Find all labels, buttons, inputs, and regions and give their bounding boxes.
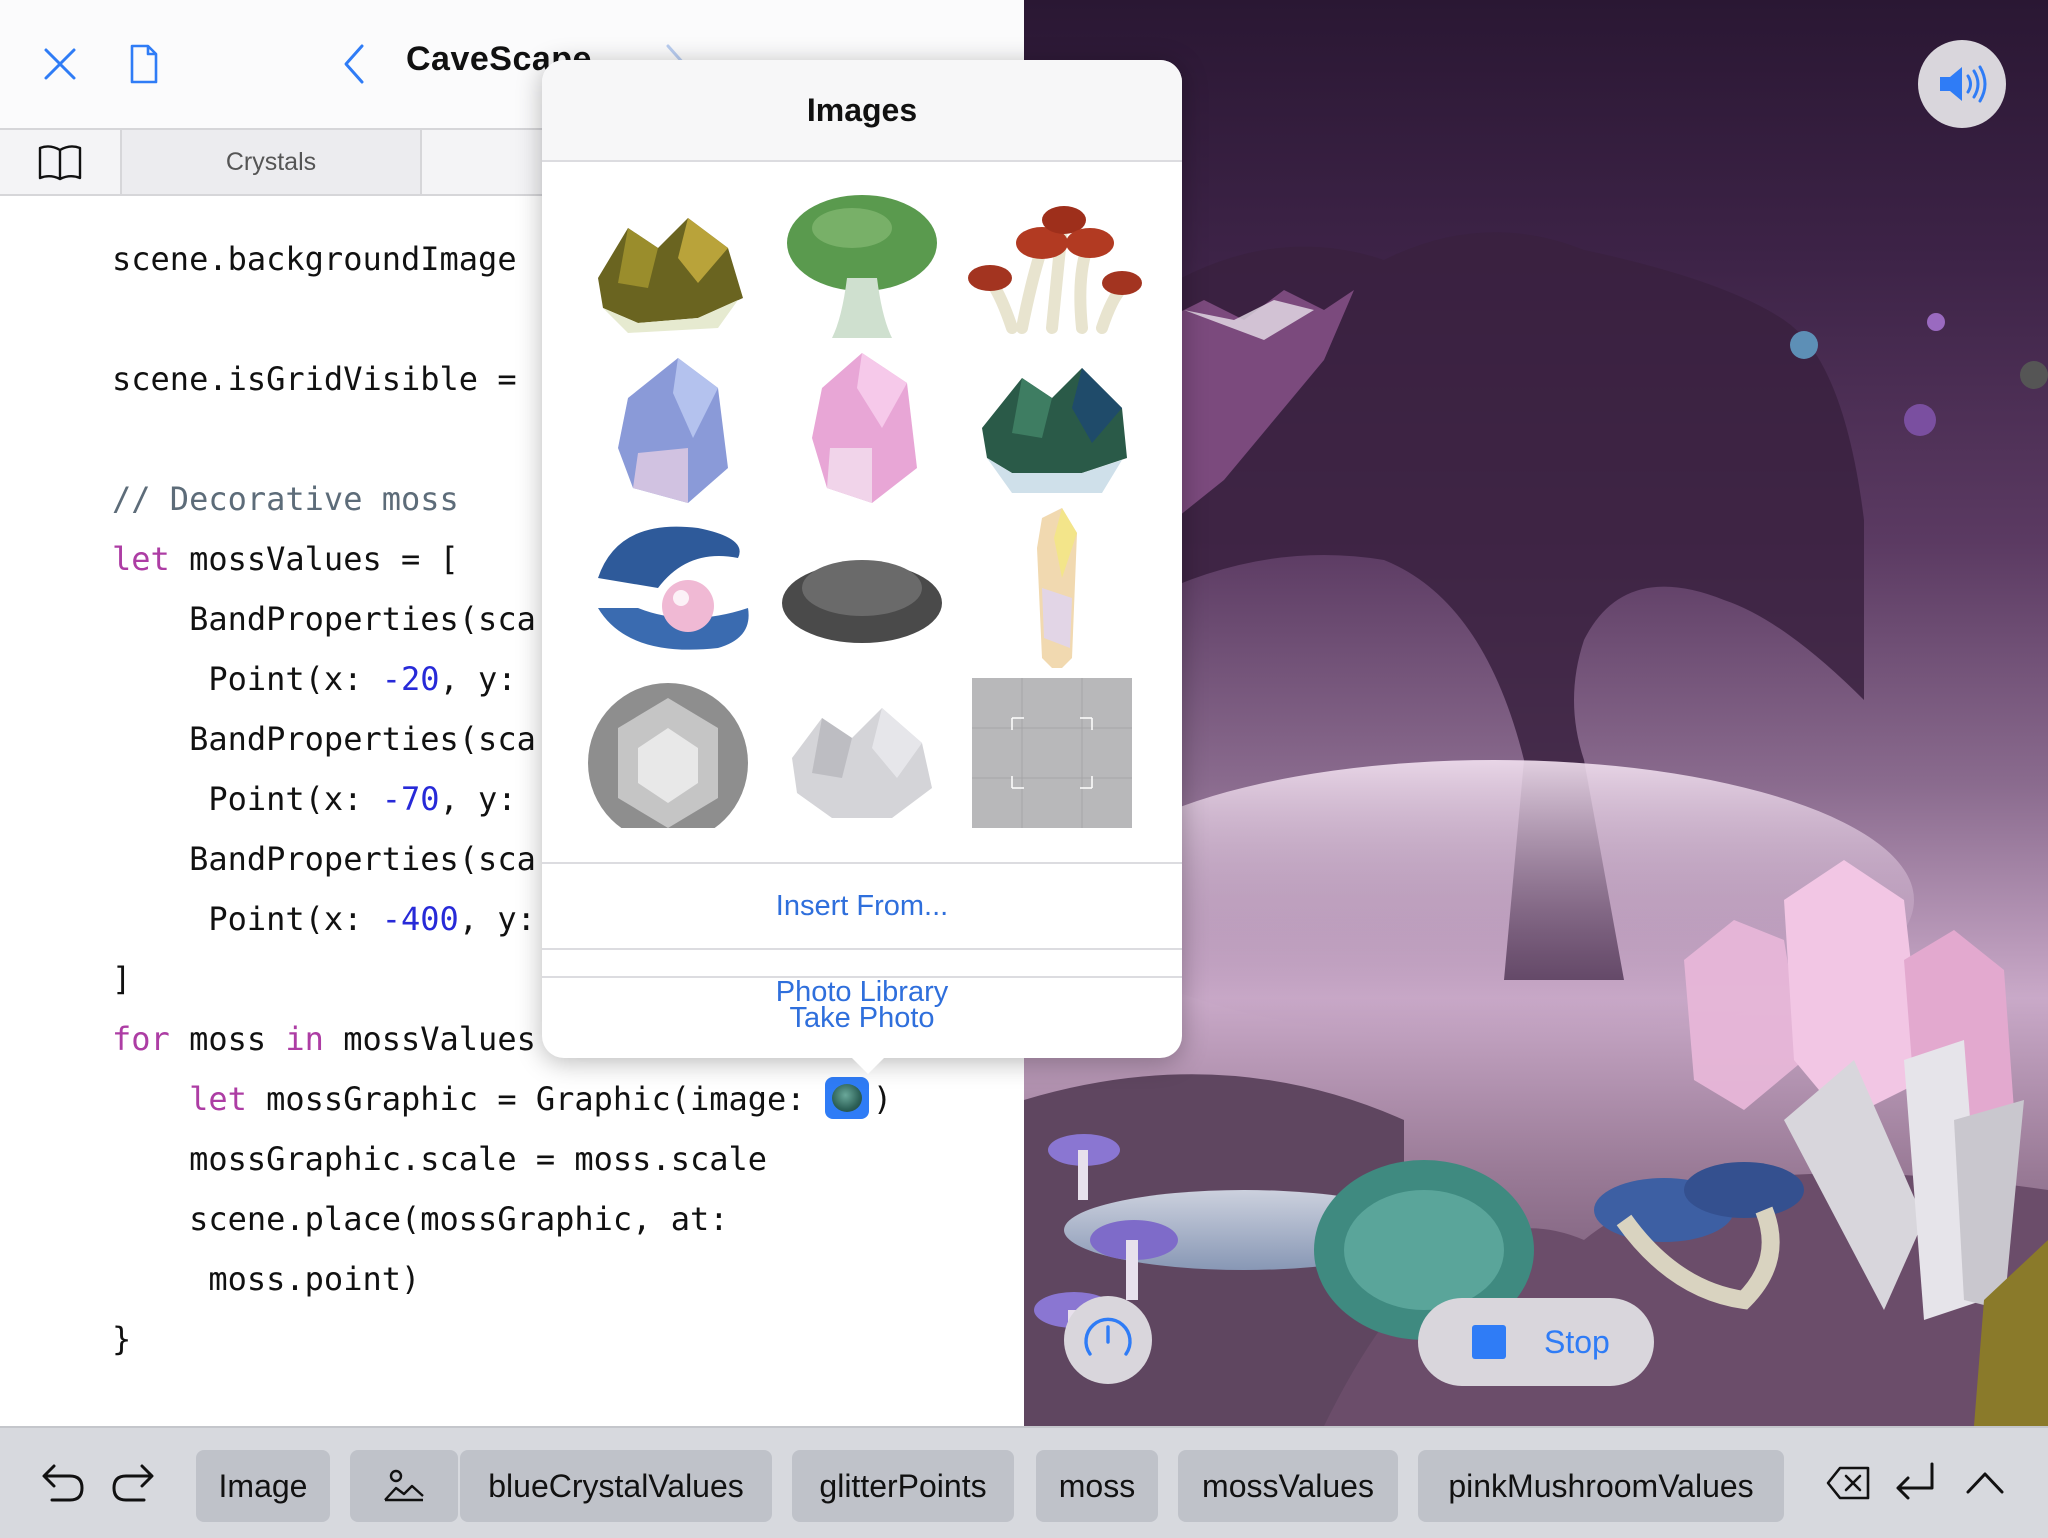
shortcut-image-picker[interactable] xyxy=(350,1450,458,1522)
popover-arrow xyxy=(848,1054,888,1074)
return-icon[interactable] xyxy=(1888,1456,1942,1510)
gray-moss-image[interactable] xyxy=(772,508,952,668)
shortcut-image[interactable]: Image xyxy=(196,1450,330,1522)
speaker-icon xyxy=(1940,65,1987,103)
code-text: mossGraphic = Graphic(image: xyxy=(246,1080,825,1118)
number-literal[interactable]: -20 xyxy=(382,660,440,698)
moss-highlight xyxy=(1344,1190,1504,1310)
code-line[interactable]: Point(x: -70, y: xyxy=(112,780,517,840)
green-crystal-cluster-image[interactable] xyxy=(962,348,1142,508)
tab-crystals[interactable]: Crystals xyxy=(120,130,420,194)
number-literal[interactable]: -400 xyxy=(382,900,459,938)
code-line[interactable]: let mossGraphic = Graphic(image: ) xyxy=(112,1077,893,1140)
glitter-gem xyxy=(1927,313,1945,331)
code-comment[interactable]: // Decorative moss xyxy=(112,480,459,540)
shortcut-glitter-points[interactable]: glitterPoints xyxy=(792,1450,1014,1522)
code-line[interactable]: moss.point) xyxy=(112,1260,420,1320)
code-text: Point(x: xyxy=(112,780,382,818)
document-icon[interactable] xyxy=(120,40,168,88)
shortcut-moss[interactable]: moss xyxy=(1036,1450,1158,1522)
red-mushroom-cluster-image[interactable] xyxy=(962,188,1142,348)
keyword: in xyxy=(285,1020,324,1058)
delete-backward-icon[interactable] xyxy=(1822,1456,1876,1510)
code-text: , y: xyxy=(439,780,517,818)
take-photo-button[interactable]: Take Photo xyxy=(542,976,1182,1058)
code-text: moss xyxy=(169,1020,286,1058)
code-line[interactable]: scene.backgroundImage xyxy=(112,240,517,300)
green-mushroom-image[interactable] xyxy=(772,188,952,348)
code-line[interactable]: Point(x: -20, y: xyxy=(112,660,517,720)
blue-crystal-image[interactable] xyxy=(578,348,758,508)
back-chevron-icon[interactable] xyxy=(332,40,380,88)
pink-crystal-image[interactable] xyxy=(772,348,952,508)
code-line[interactable]: Point(x: -400, y: xyxy=(112,900,536,960)
code-line[interactable]: scene.isGridVisible = xyxy=(112,360,517,420)
code-text: mossValues xyxy=(323,1020,536,1058)
shortcut-pink-mushroom-values[interactable]: pinkMushroomValues xyxy=(1418,1450,1784,1522)
code-text: , y: xyxy=(458,900,536,938)
gray-gem-image[interactable] xyxy=(578,668,758,828)
image-literal-token[interactable] xyxy=(824,1077,869,1119)
number-literal[interactable]: -70 xyxy=(382,780,440,818)
undo-icon[interactable] xyxy=(36,1456,90,1510)
code-line[interactable]: BandProperties(sca xyxy=(112,840,536,900)
stop-label: Stop xyxy=(1544,1323,1610,1360)
stop-button[interactable]: Stop xyxy=(1418,1298,1654,1386)
glitter-gem xyxy=(2020,361,2048,389)
code-line[interactable]: ] xyxy=(112,960,131,1020)
code-line[interactable]: } xyxy=(112,1320,131,1380)
code-text: Point(x: xyxy=(112,660,382,698)
sound-button[interactable] xyxy=(1918,40,2006,128)
image-grid xyxy=(542,162,1182,862)
code-line[interactable]: scene.place(mossGraphic, at: xyxy=(112,1200,728,1260)
code-text: mossValues = [ xyxy=(169,540,459,578)
shortcut-bar: Image blueCrystalValues glitterPoints mo… xyxy=(0,1426,2048,1538)
speed-gauge-button[interactable] xyxy=(1064,1296,1152,1384)
code-text: ) xyxy=(872,1080,893,1118)
close-icon[interactable] xyxy=(36,40,84,88)
blue-clam-shell-pearl-image[interactable] xyxy=(578,508,758,668)
code-line[interactable]: let mossValues = [ xyxy=(112,540,459,600)
code-line[interactable]: mossGraphic.scale = moss.scale xyxy=(112,1140,767,1200)
redo-icon[interactable] xyxy=(106,1456,160,1510)
glitter-gem xyxy=(1904,404,1936,436)
gray-grid-placeholder-image[interactable] xyxy=(962,668,1142,828)
white-crystal-cluster-image[interactable] xyxy=(772,668,952,828)
book-icon[interactable] xyxy=(36,142,84,182)
image-literal-icon xyxy=(384,1469,424,1502)
shortcut-moss-values[interactable]: mossValues xyxy=(1178,1450,1398,1522)
code-line[interactable]: for moss in mossValues xyxy=(112,1020,536,1080)
glitter-gem xyxy=(1790,331,1818,359)
chevron-up-icon[interactable] xyxy=(1958,1456,2012,1510)
popover-title: Images xyxy=(542,60,1182,162)
stop-icon xyxy=(1472,1325,1506,1359)
code-text: , y: xyxy=(439,660,517,698)
moss-thumbnail xyxy=(831,1084,862,1112)
code-line[interactable]: BandProperties(sca xyxy=(112,720,536,780)
insert-from-button[interactable]: Insert From... xyxy=(542,862,1182,948)
keyword: for xyxy=(112,1020,170,1058)
shortcut-blue-crystal-values[interactable]: blueCrystalValues xyxy=(460,1450,772,1522)
gauge-icon xyxy=(1084,1317,1132,1356)
yellow-crystal-cluster-image[interactable] xyxy=(578,188,758,348)
opal-crystal-shard-image[interactable] xyxy=(962,508,1142,668)
keyword: let xyxy=(112,1080,247,1118)
image-picker-popover: Images Insert From... Photo Library xyxy=(542,60,1182,1058)
code-line[interactable]: BandProperties(sca xyxy=(112,600,536,660)
code-text: Point(x: xyxy=(112,900,382,938)
keyword: let xyxy=(112,540,170,578)
